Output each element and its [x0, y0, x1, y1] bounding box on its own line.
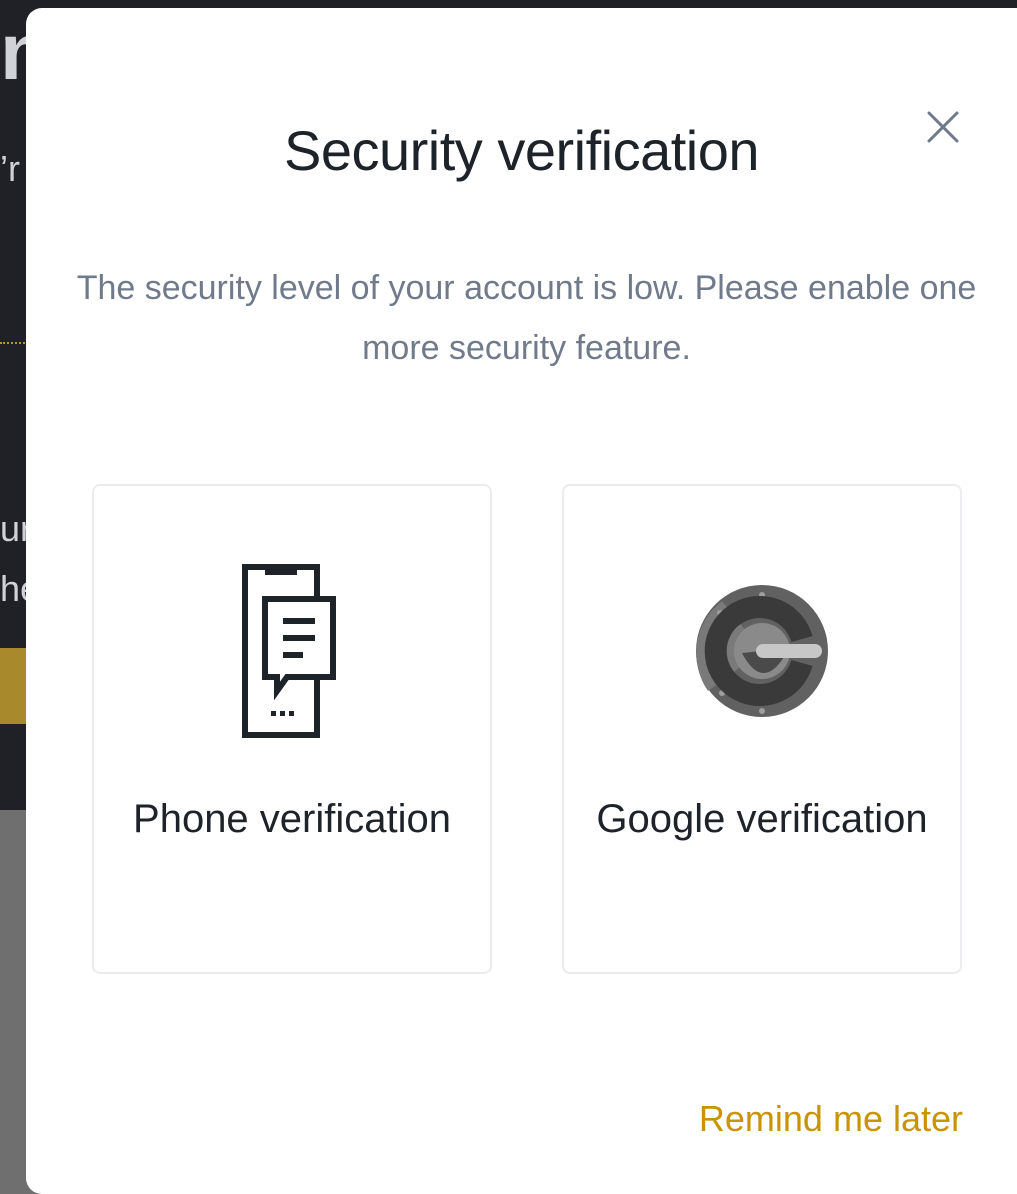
modal-message: The security level of your account is lo… [76, 269, 977, 367]
google-authenticator-icon [696, 585, 828, 717]
google-verification-label: Google verification [596, 797, 928, 841]
phone-verification-label: Phone verification [133, 797, 451, 841]
background-text-fragment: ’r [0, 148, 20, 189]
phone-verification-option[interactable]: Phone verification [92, 484, 492, 974]
background-text-fragment: ur [0, 508, 28, 549]
phone-message-icon [242, 564, 336, 738]
screen: n ’r ur he Security verification The sec… [0, 0, 1017, 1194]
remind-me-later-link[interactable]: Remind me later [699, 1098, 963, 1140]
modal-title: Security verification [283, 119, 760, 182]
google-verification-option[interactable]: Google verification [562, 484, 962, 974]
background-text-fragment: he [0, 568, 28, 609]
security-verification-modal: Security verification The security level… [26, 8, 1017, 1194]
